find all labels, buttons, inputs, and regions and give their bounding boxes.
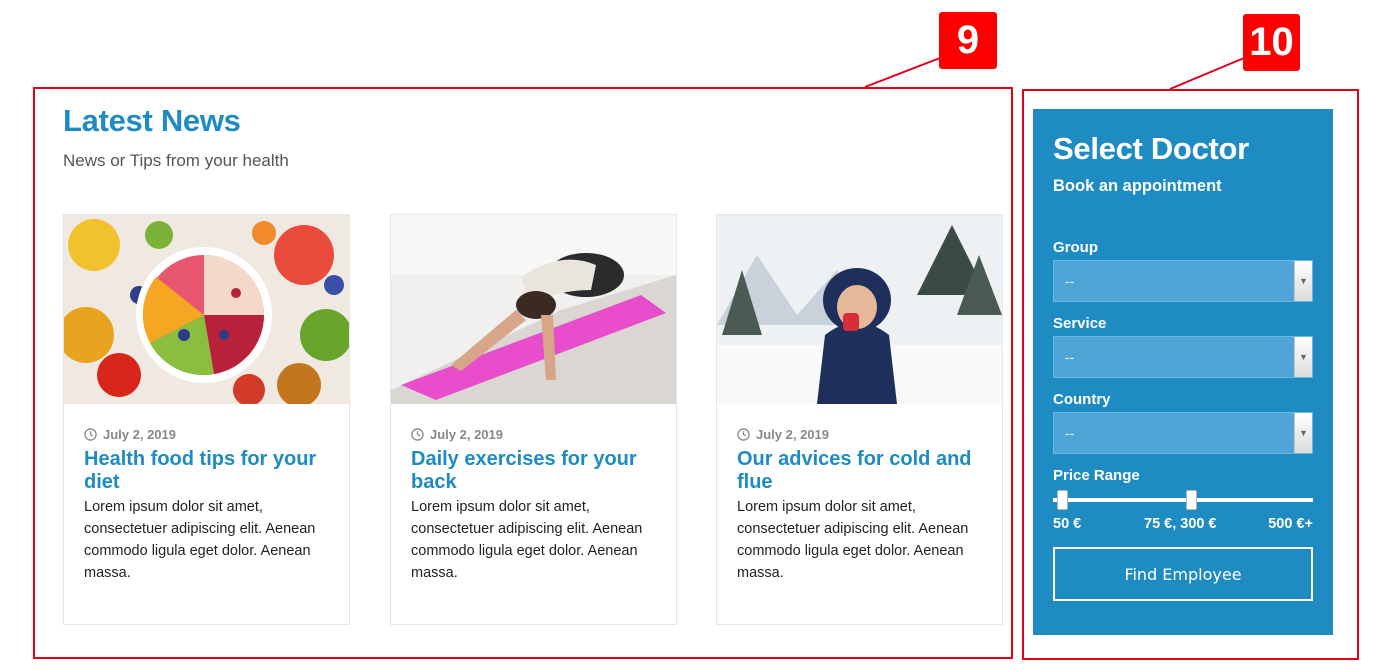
country-label: Country [1053,391,1111,408]
article-date: July 2, 2019 [84,427,176,442]
winter-snow-image[interactable] [717,215,1002,404]
price-min-label: 50 € [1053,516,1082,532]
panel-title: Select Doctor [1053,131,1249,166]
news-card[interactable]: July 2, 2019 Our advices for cold and fl… [716,214,1003,625]
article-date-text: July 2, 2019 [756,427,829,442]
article-date-text: July 2, 2019 [103,427,176,442]
clock-icon [411,428,424,441]
article-title-link[interactable]: Health food tips for your diet [84,448,329,494]
select-doctor-panel: Select Doctor Book an appointment Group … [1033,109,1333,635]
article-excerpt: Lorem ipsum dolor sit amet, consectetuer… [737,499,969,581]
article-excerpt: Lorem ipsum dolor sit amet, consectetuer… [84,499,316,581]
clock-icon [84,428,97,441]
article-title-link[interactable]: Our advices for cold and flue [737,448,982,494]
group-select[interactable]: -- ▼ [1053,260,1313,302]
fruit-bowl-image[interactable] [64,215,349,404]
price-selected-label: 75 €, 300 € [1144,516,1217,532]
price-range-min-handle[interactable] [1057,490,1068,510]
country-select-value: -- [1065,425,1075,441]
group-label: Group [1053,239,1098,256]
news-subtitle: News or Tips from your health [63,151,289,170]
price-range-slider-track[interactable] [1053,498,1313,502]
chevron-down-icon[interactable]: ▼ [1294,413,1312,453]
country-select[interactable]: -- ▼ [1053,412,1313,454]
article-date: July 2, 2019 [411,427,503,442]
yoga-mat-image[interactable] [391,215,676,404]
article-title-link[interactable]: Daily exercises for your back [411,448,656,494]
find-employee-button[interactable]: Find Employee [1053,547,1313,601]
price-range-label: Price Range [1053,467,1140,484]
service-select[interactable]: -- ▼ [1053,336,1313,378]
price-range-max-handle[interactable] [1186,490,1197,510]
panel-subtitle: Book an appointment [1053,177,1222,195]
article-excerpt: Lorem ipsum dolor sit amet, consectetuer… [411,499,643,581]
annotation-badge-9: 9 [939,12,997,69]
service-select-value: -- [1065,349,1075,365]
chevron-down-icon[interactable]: ▼ [1294,261,1312,301]
news-card[interactable]: July 2, 2019 Daily exercises for your ba… [390,214,677,625]
news-title: Latest News [63,103,241,138]
annotation-badge-10: 10 [1243,14,1300,71]
article-date-text: July 2, 2019 [430,427,503,442]
price-max-label: 500 €+ [1268,516,1313,532]
chevron-down-icon[interactable]: ▼ [1294,337,1312,377]
article-date: July 2, 2019 [737,427,829,442]
clock-icon [737,428,750,441]
service-label: Service [1053,315,1107,332]
group-select-value: -- [1065,273,1075,289]
news-card[interactable]: July 2, 2019 Health food tips for your d… [63,214,350,625]
